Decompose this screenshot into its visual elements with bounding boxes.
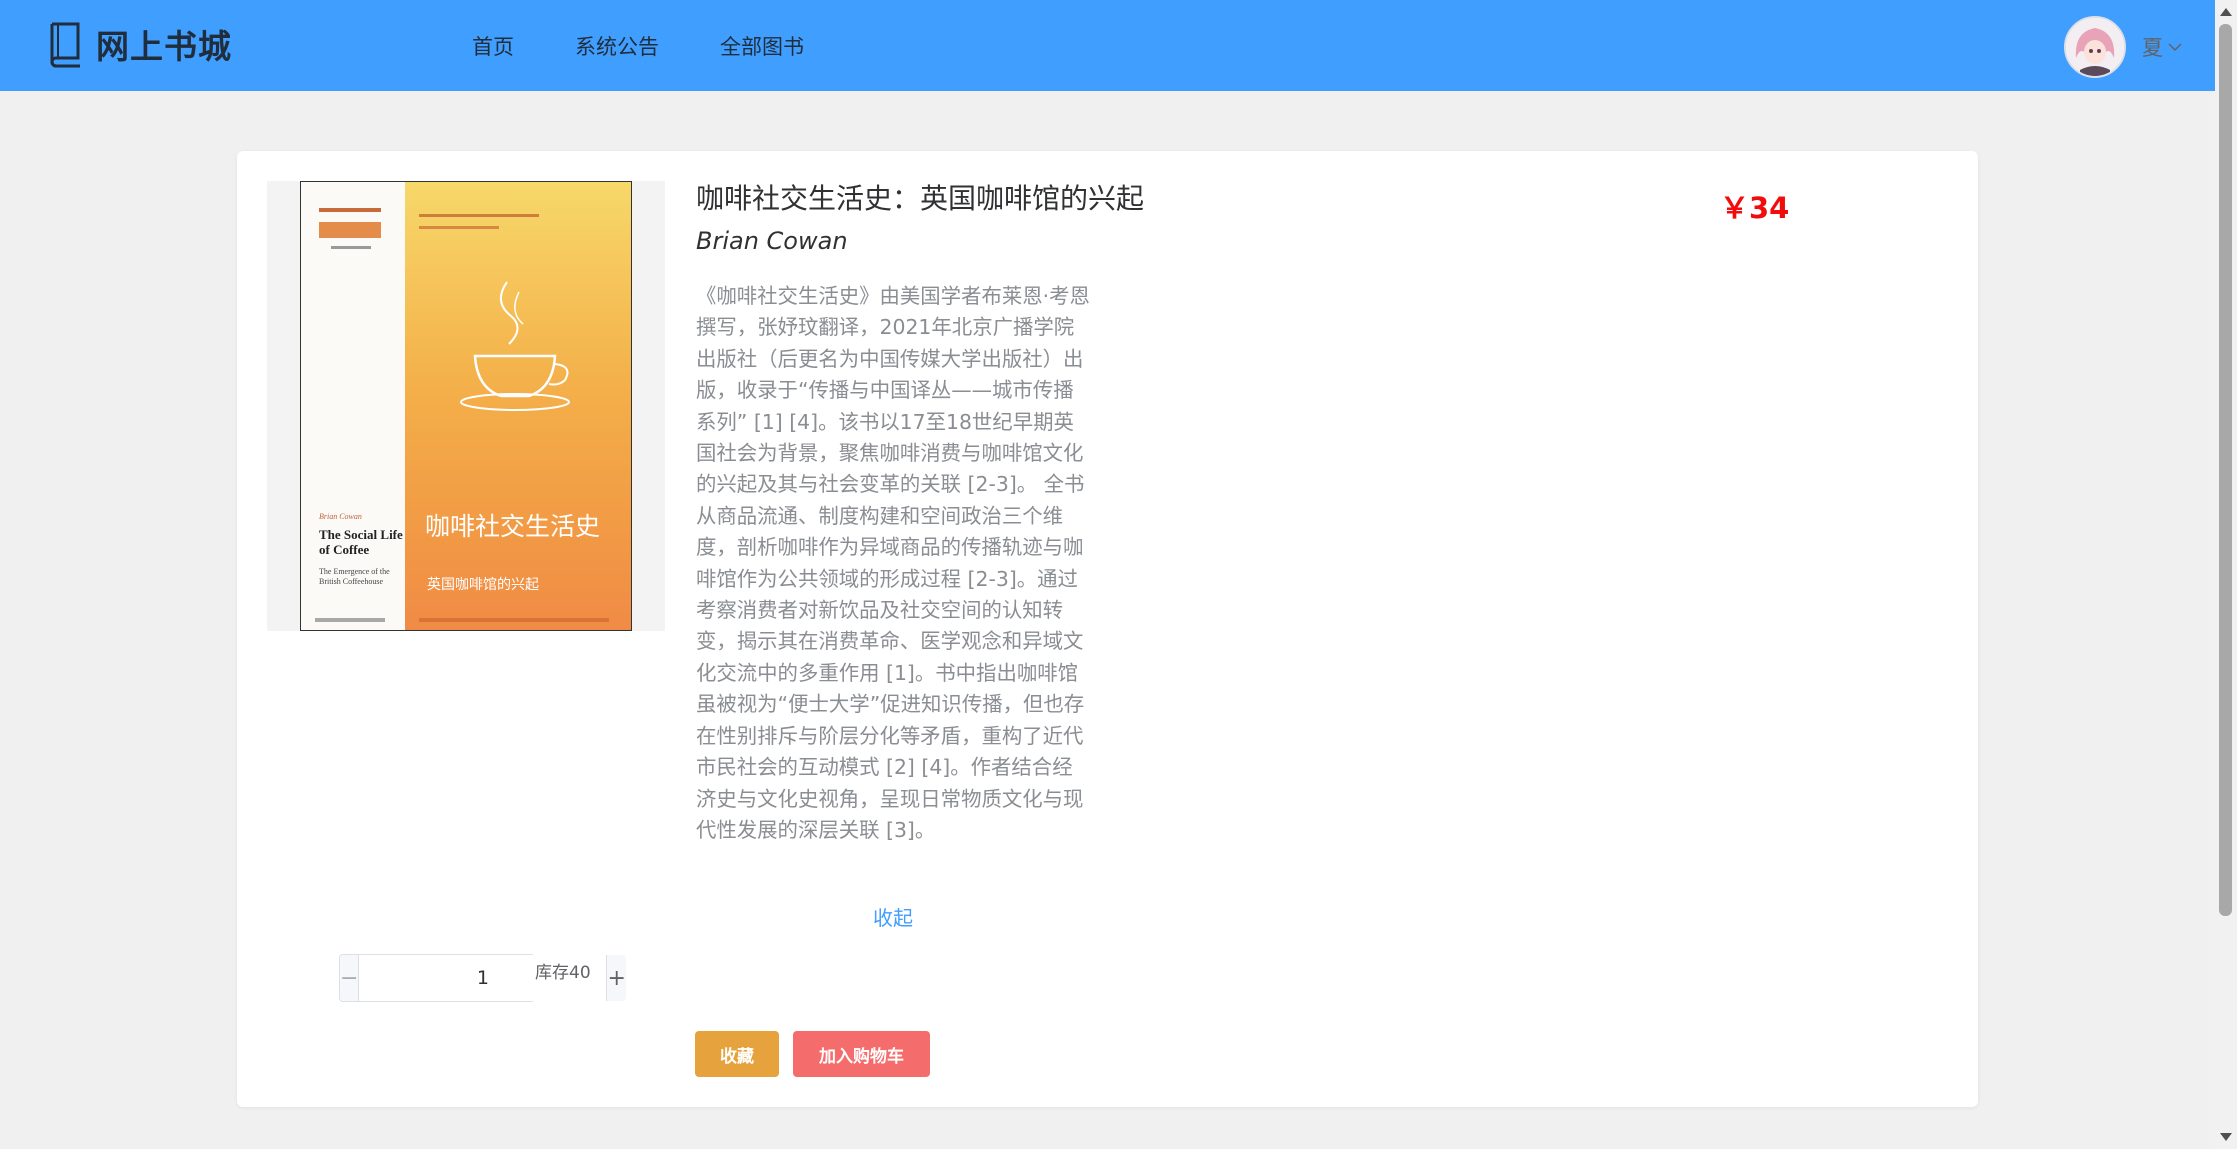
avatar-image [2066, 18, 2124, 76]
cover-english-title: The Social Life of Coffee [319, 527, 403, 557]
cover-right-panel: 咖啡社交生活史 英国咖啡馆的兴起 [405, 182, 631, 630]
chevron-down-icon[interactable] [2167, 39, 2183, 55]
site-name: 网上书城 [96, 27, 232, 66]
avatar[interactable] [2064, 16, 2126, 78]
cover-chinese-subtitle: 英国咖啡馆的兴起 [427, 577, 539, 593]
cover-decoration [319, 208, 381, 212]
nav-all-books[interactable]: 全部图书 [720, 31, 804, 61]
cover-left-panel: Brian Cowan The Social Life of Coffee Th… [301, 182, 405, 630]
cover-decoration [419, 214, 539, 217]
nav-announcements[interactable]: 系统公告 [575, 31, 659, 61]
book-cover: Brian Cowan The Social Life of Coffee Th… [267, 181, 665, 631]
nav-home[interactable]: 首页 [472, 31, 514, 61]
cover-author: Brian Cowan [319, 512, 362, 521]
book-description: 《咖啡社交生活史》由美国学者布莱恩·考恩撰写，张妤玟翻译，2021年北京广播学院… [696, 284, 1090, 842]
book-detail-card: Brian Cowan The Social Life of Coffee Th… [237, 151, 1978, 1107]
site-logo[interactable]: 网上书城 [46, 20, 232, 68]
cover-decoration [315, 618, 385, 622]
scroll-down-arrow-icon[interactable] [2220, 1133, 2232, 1141]
cover-chinese-title: 咖啡社交生活史 [425, 512, 601, 541]
scroll-up-arrow-icon[interactable] [2220, 8, 2232, 16]
cover-decoration [419, 618, 609, 622]
collapse-link[interactable]: 收起 [873, 902, 913, 931]
user-name[interactable]: 夏 [2142, 32, 2163, 62]
page-scrollbar[interactable] [2215, 0, 2237, 1149]
cover-english-subtitle: The Emergence of the British Coffeehouse [319, 567, 390, 586]
top-header: 网上书城 首页 系统公告 全部图书 夏 [0, 0, 2215, 91]
coffee-cup-icon [460, 281, 570, 411]
cover-decoration [419, 226, 499, 229]
favorite-button[interactable]: 收藏 [695, 1031, 779, 1077]
book-icon [50, 22, 80, 68]
decrease-button[interactable]: − [340, 955, 360, 1001]
increase-button[interactable]: + [606, 955, 626, 1001]
cover-image: Brian Cowan The Social Life of Coffee Th… [300, 181, 632, 631]
cover-decoration [319, 222, 381, 238]
book-author: Brian Cowan [696, 227, 848, 255]
scroll-thumb[interactable] [2219, 24, 2232, 916]
stock-label: 库存40 [535, 963, 591, 983]
book-title: 咖啡社交生活史：英国咖啡馆的兴起 [696, 182, 1145, 215]
main-nav: 首页 系统公告 全部图书 [472, 0, 865, 91]
quantity-stepper: − + [339, 954, 626, 1002]
user-menu[interactable]: 夏 [2064, 16, 2183, 78]
add-to-cart-button[interactable]: 加入购物车 [793, 1031, 930, 1077]
book-price: ￥34 [1720, 191, 1790, 225]
cover-decoration [331, 246, 371, 249]
